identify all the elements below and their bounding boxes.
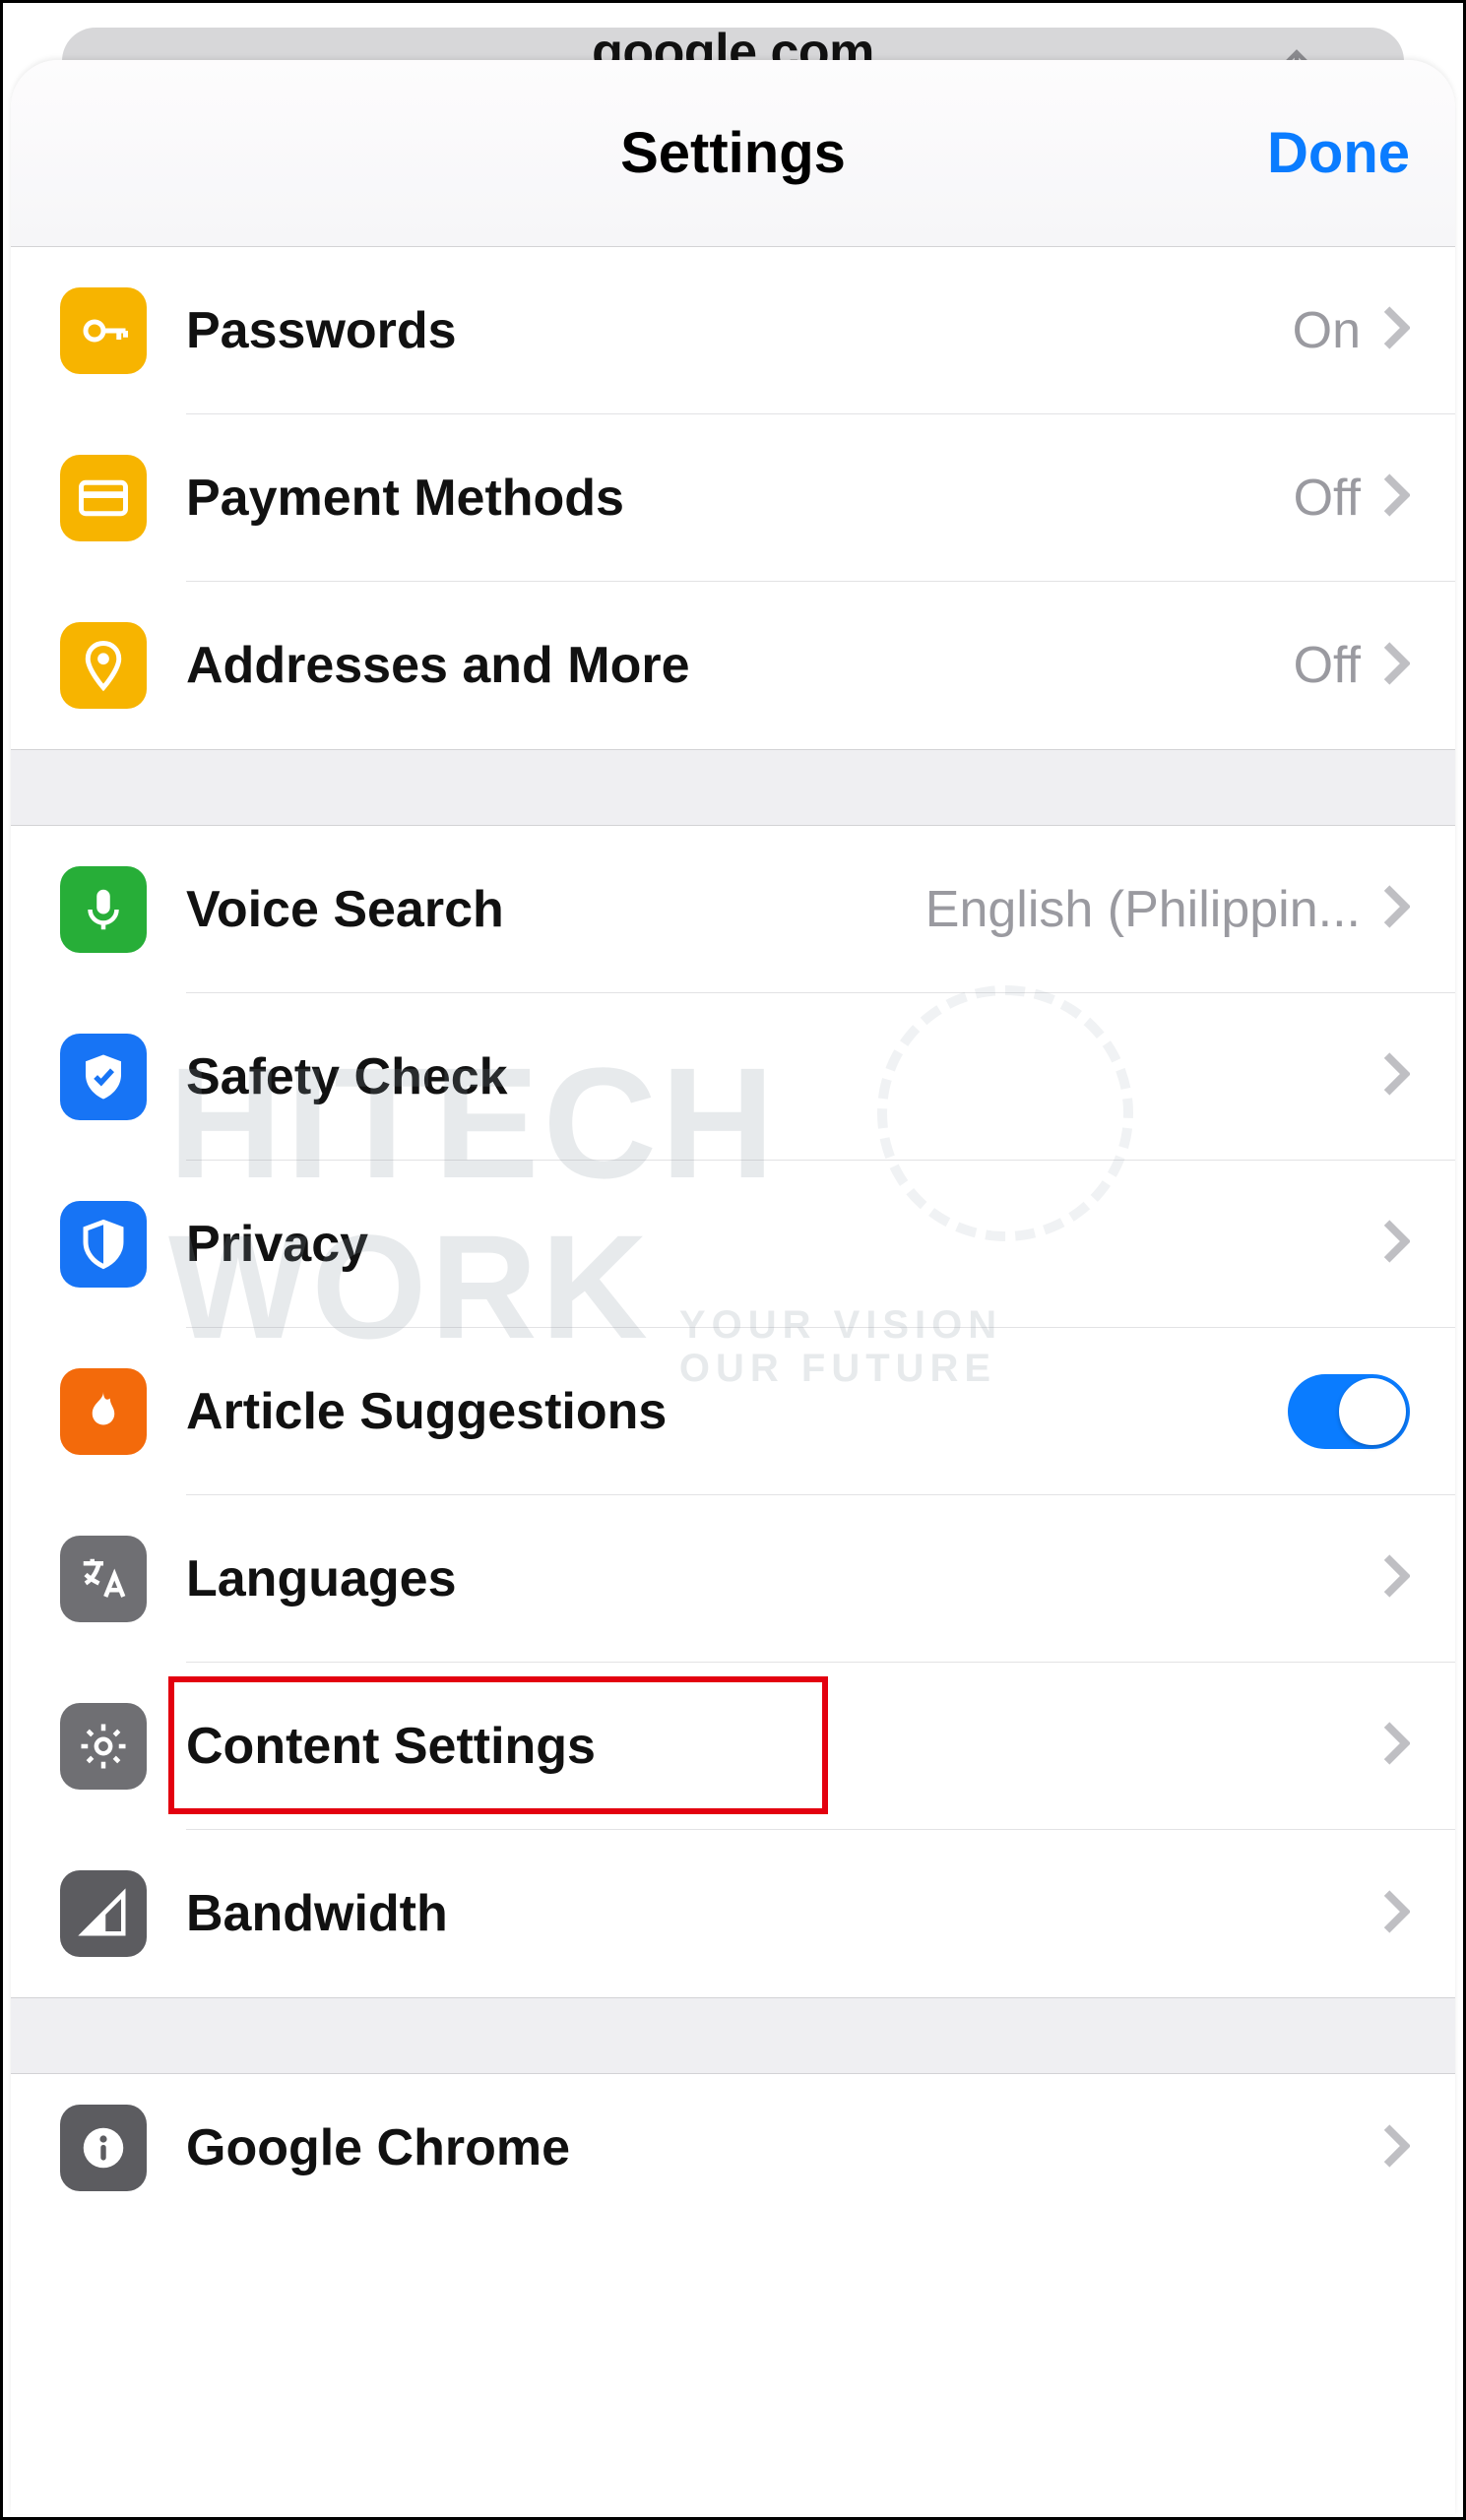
translate-icon	[60, 1536, 147, 1622]
row-label: Bandwidth	[186, 1884, 448, 1943]
section-spacer	[11, 749, 1455, 826]
row-safety-check[interactable]: Safety Check	[11, 993, 1455, 1161]
row-google-chrome[interactable]: Google Chrome	[11, 2074, 1455, 2222]
gear-icon	[60, 1703, 147, 1790]
row-voice-search[interactable]: Voice Search English (Philippin...	[11, 826, 1455, 993]
group-main: Voice Search English (Philippin... Safet…	[11, 826, 1455, 1997]
shield-half-icon	[60, 1201, 147, 1288]
section-spacer	[11, 1997, 1455, 2074]
info-icon	[60, 2105, 147, 2191]
row-addresses[interactable]: Addresses and More Off	[11, 582, 1455, 749]
article-suggestions-toggle[interactable]	[1288, 1374, 1410, 1449]
chevron-right-icon	[1382, 642, 1410, 690]
key-icon	[60, 287, 147, 374]
chevron-right-icon	[1382, 1722, 1410, 1770]
row-label: Passwords	[186, 301, 457, 360]
row-languages[interactable]: Languages	[11, 1495, 1455, 1663]
row-value: On	[1293, 301, 1361, 360]
settings-sheet: Settings Done Passwords On Paym	[11, 60, 1455, 2514]
row-label: Safety Check	[186, 1047, 508, 1106]
page-title: Settings	[620, 120, 846, 186]
row-label: Voice Search	[186, 880, 504, 939]
row-passwords[interactable]: Passwords On	[11, 247, 1455, 414]
chevron-right-icon	[1382, 306, 1410, 354]
pin-icon	[60, 622, 147, 709]
row-payment-methods[interactable]: Payment Methods Off	[11, 414, 1455, 582]
chevron-right-icon	[1382, 1220, 1410, 1268]
flame-icon	[60, 1368, 147, 1455]
credit-card-icon	[60, 455, 147, 541]
chevron-right-icon	[1382, 1554, 1410, 1603]
done-button[interactable]: Done	[1267, 60, 1410, 246]
row-value: Off	[1294, 469, 1361, 528]
row-value: English (Philippin...	[925, 880, 1361, 939]
row-article-suggestions[interactable]: Article Suggestions	[11, 1328, 1455, 1495]
chevron-right-icon	[1382, 473, 1410, 522]
row-content-settings[interactable]: Content Settings	[11, 1663, 1455, 1830]
mic-icon	[60, 866, 147, 953]
row-label: Content Settings	[186, 1717, 596, 1776]
signal-icon	[60, 1870, 147, 1957]
row-privacy[interactable]: Privacy	[11, 1161, 1455, 1328]
group-autofill: Passwords On Payment Methods Off	[11, 247, 1455, 749]
chevron-right-icon	[1382, 885, 1410, 933]
chevron-right-icon	[1382, 1052, 1410, 1101]
chevron-right-icon	[1382, 1890, 1410, 1938]
sheet-header: Settings Done	[11, 60, 1455, 247]
row-bandwidth[interactable]: Bandwidth	[11, 1830, 1455, 1997]
row-label: Privacy	[186, 1215, 368, 1274]
row-label: Payment Methods	[186, 469, 624, 528]
row-label: Languages	[186, 1549, 457, 1608]
screenshot-frame: google.com Settings Done Passwords On	[0, 0, 1466, 2520]
row-value: Off	[1294, 636, 1361, 695]
row-label: Article Suggestions	[186, 1382, 667, 1441]
row-label: Google Chrome	[186, 2118, 570, 2177]
chevron-right-icon	[1382, 2124, 1410, 2173]
row-label: Addresses and More	[186, 636, 690, 695]
shield-check-icon	[60, 1034, 147, 1120]
group-about: Google Chrome	[11, 2074, 1455, 2222]
